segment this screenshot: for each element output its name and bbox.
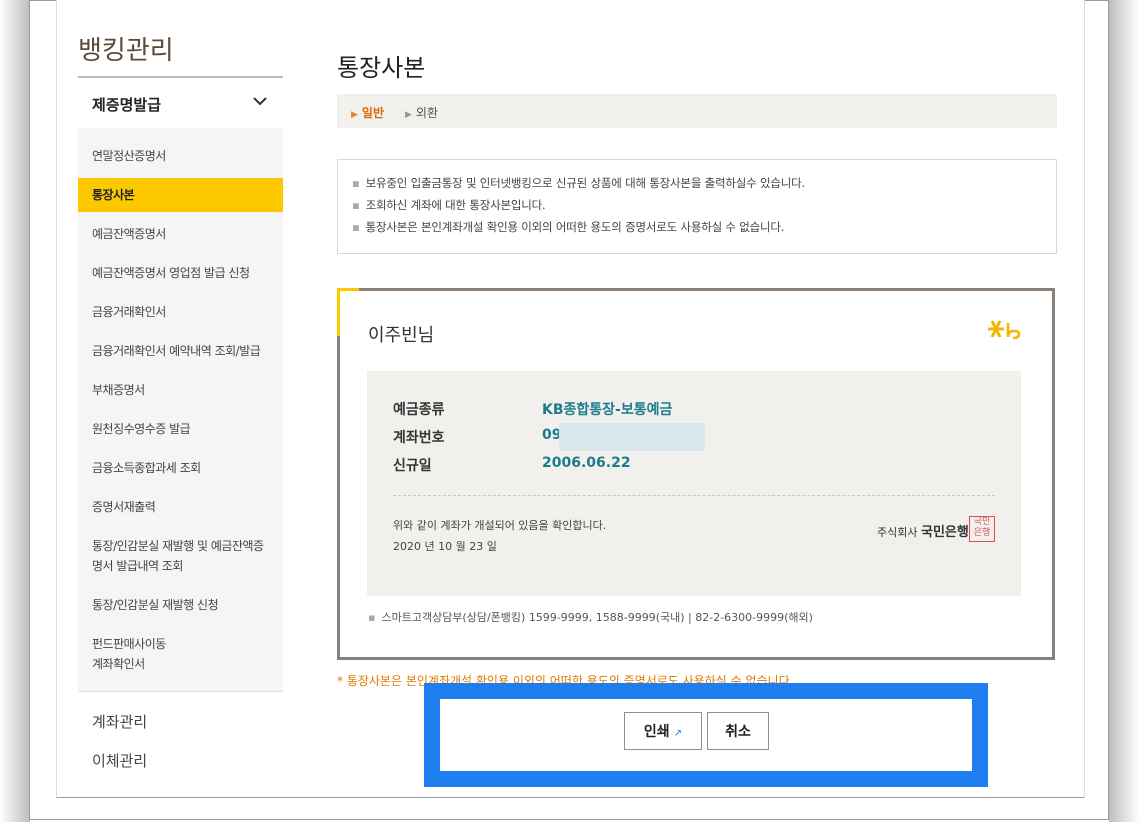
cancel-button[interactable]: 취소 [707, 712, 769, 750]
sidebar-item-reissue-history[interactable]: 통장/인감분실 재발행 및 예금잔액증 [78, 536, 283, 556]
sidebar-group-label: 제증명발급 [92, 96, 162, 114]
sidebar-menu: 연말정산증명서 통장사본 예금잔액증명서 예금잔액증명서 영업점 발급 신청 금… [78, 128, 283, 692]
bank-name: 주식회사 국민은행 [877, 525, 969, 540]
value-account-type: KB종합통장-보통예금 [542, 402, 673, 418]
external-link-icon: ↗ [673, 728, 683, 739]
sidebar-item-balance-cert[interactable]: 예금잔액증명서 [78, 224, 283, 244]
tab-label: 외환 [415, 106, 439, 120]
sidebar-item-reissue-request[interactable]: 통장/인감분실 재발행 신청 [78, 595, 283, 615]
sidebar-item-fund-transfer[interactable]: 펀드판매사이동 [78, 634, 283, 654]
corner-accent [337, 288, 359, 291]
bankbook-card: 이주빈님 예금종류 KB종합통장-보통예금 계좌번호 09 신규일 2006.0… [337, 288, 1055, 660]
account-info-box: 예금종류 KB종합통장-보통예금 계좌번호 09 신규일 2006.06.22 … [367, 371, 1021, 596]
caret-right-icon: ▶ [351, 110, 358, 120]
sidebar-item-transfer-mgmt[interactable]: 이체관리 [92, 750, 147, 771]
chevron-down-icon [253, 94, 267, 110]
sidebar-item-financial-income[interactable]: 금융소득종합과세 조회 [78, 458, 283, 478]
sidebar-item-transaction-cert[interactable]: 금융거래확인서 [78, 302, 283, 322]
kb-logo-icon [986, 317, 1022, 347]
notice-box: ▪ 보유중인 입출금통장 및 인터넷뱅킹으로 신규된 상품에 대해 통장사본을 출… [337, 159, 1057, 254]
sidebar-item-debt-cert[interactable]: 부채증명서 [78, 380, 283, 400]
sidebar-item-account-mgmt[interactable]: 계좌관리 [92, 711, 147, 732]
sidebar-item-reissue-history-2[interactable]: 명서 발급내역 조회 [78, 556, 283, 576]
sidebar-item-reprint[interactable]: 증명서재출력 [78, 497, 283, 517]
confirm-date: 2020 년 10 월 23 일 [393, 540, 497, 553]
notice-item: ▪ 보유중인 입출금통장 및 인터넷뱅킹으로 신규된 상품에 대해 통장사본을 출… [352, 176, 805, 190]
print-button[interactable]: 인쇄 ↗ [624, 712, 702, 750]
tab-bar: ▶ 일반 ▶ 외환 [337, 94, 1057, 128]
button-highlight-box: 인쇄 ↗ 취소 [424, 683, 988, 787]
tab-general[interactable]: ▶ 일반 [351, 104, 384, 121]
page-window: 뱅킹관리 제증명발급 연말정산증명서 통장사본 예금잔액증명서 예금잔액증명서 … [56, 0, 1085, 798]
right-shadow [1109, 0, 1139, 822]
contact-info: ▪ 스마트고객상담부(상담/폰뱅킹) 1599-9999, 1588-9999(국… [368, 611, 813, 624]
left-shadow [0, 0, 30, 822]
value-open-date: 2006.06.22 [542, 455, 631, 471]
divider [393, 495, 995, 496]
sidebar-item-withholding[interactable]: 원천징수영수증 발급 [78, 419, 283, 439]
caret-right-icon: ▶ [405, 110, 412, 120]
redaction-mask [559, 423, 705, 451]
bank-seal: 국민은행 [969, 516, 995, 542]
corner-accent [337, 288, 340, 336]
customer-name: 이주빈님 [368, 325, 435, 346]
sidebar-title: 뱅킹관리 [78, 36, 174, 66]
page-title: 통장사본 [337, 54, 426, 82]
sidebar-item-year-end[interactable]: 연말정산증명서 [78, 146, 283, 166]
label-open-date: 신규일 [393, 458, 432, 474]
confirm-text: 위와 같이 계좌가 개설되어 있음을 확인합니다. [393, 519, 607, 532]
tab-foreign[interactable]: ▶ 외환 [405, 104, 438, 121]
label-account-type: 예금종류 [393, 402, 445, 418]
tab-label: 일반 [361, 106, 385, 120]
sidebar-item-bankbook-copy[interactable]: 통장사본 [78, 178, 283, 212]
sidebar-item-balance-branch[interactable]: 예금잔액증명서 영업점 발급 신청 [78, 263, 283, 283]
notice-item: ▪ 조회하신 계좌에 대한 통장사본입니다. [352, 198, 546, 212]
sidebar-item-transaction-reserve[interactable]: 금융거래확인서 예약내역 조회/발급 [78, 341, 283, 361]
label-account-number: 계좌번호 [393, 430, 445, 446]
sidebar-group-header[interactable]: 제증명발급 [78, 78, 283, 129]
notice-item: ▪ 통장사본은 본인계좌개설 확인용 이외의 어떠한 용도의 증명서로도 사용하실… [352, 220, 785, 234]
sidebar-item-account-confirm[interactable]: 계좌확인서 [78, 654, 283, 674]
